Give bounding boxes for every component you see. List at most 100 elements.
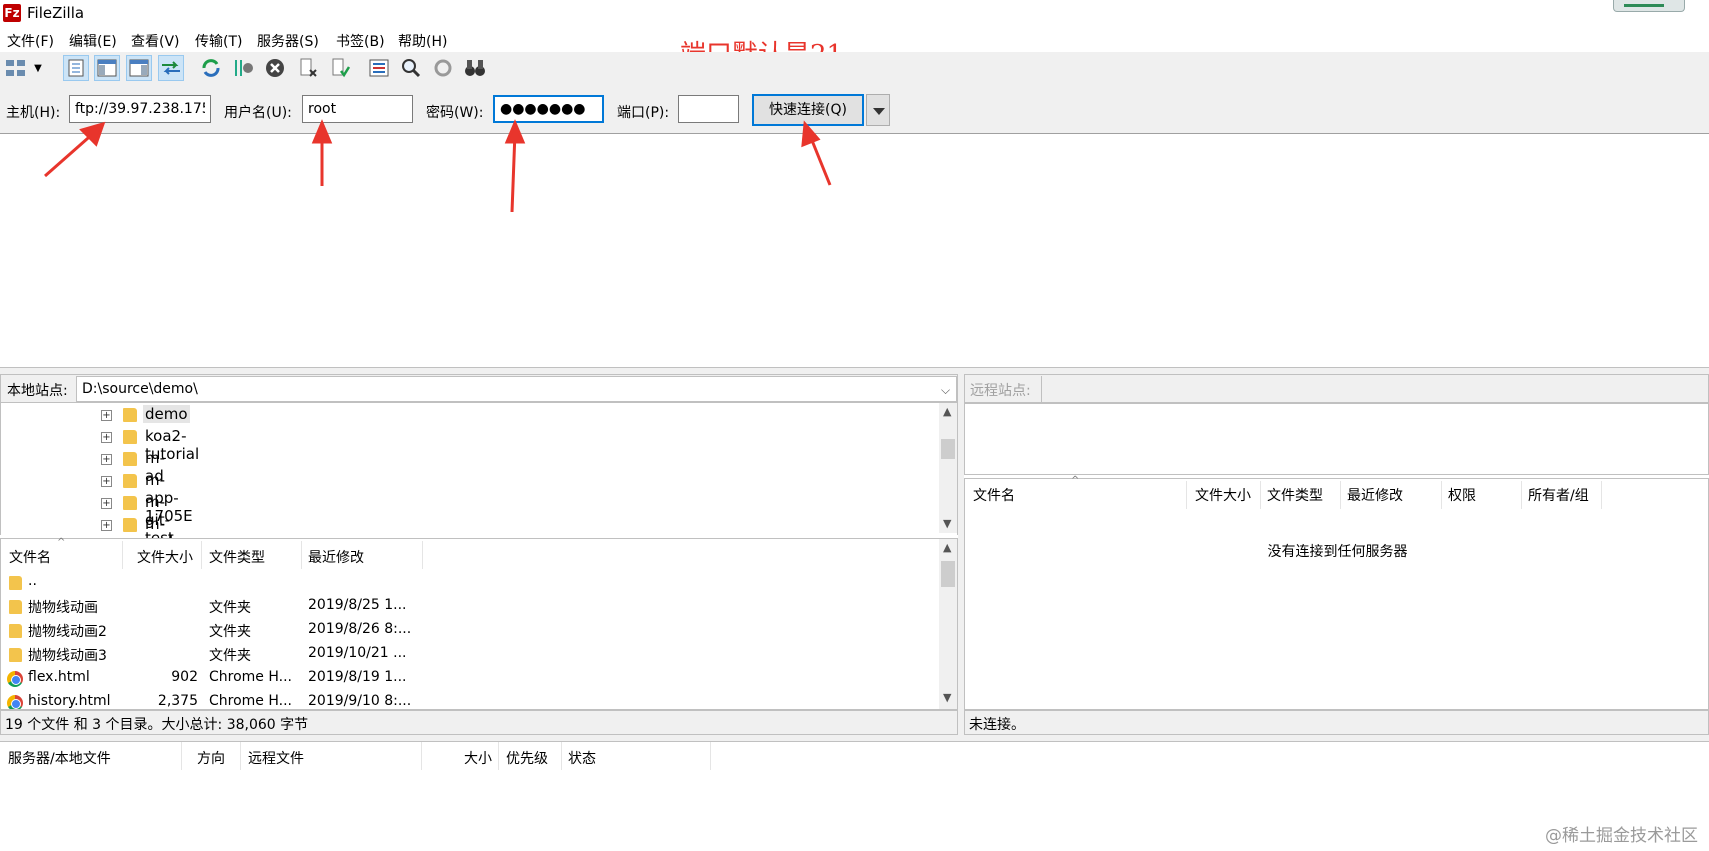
column-header-modified[interactable]: 最近修改	[1347, 485, 1403, 505]
reconnect-icon[interactable]	[327, 55, 353, 81]
binoculars-icon[interactable]	[462, 55, 488, 81]
menu-transfer[interactable]: 传输(T)	[195, 31, 242, 51]
column-header-owner-group[interactable]: 所有者/组	[1528, 485, 1589, 505]
file-list-scrollbar[interactable]: ▲ ▼	[939, 539, 957, 709]
expand-icon[interactable]: +	[101, 454, 112, 465]
toggle-local-tree-icon[interactable]	[94, 55, 120, 81]
menu-file[interactable]: 文件(F)	[7, 31, 54, 51]
column-divider[interactable]	[421, 742, 422, 770]
quickconnect-dropdown-button[interactable]	[866, 94, 890, 126]
column-divider[interactable]	[561, 742, 562, 770]
username-input[interactable]	[302, 95, 413, 123]
password-input[interactable]	[493, 95, 604, 123]
chrome-html-icon	[7, 695, 23, 709]
scrollbar-thumb[interactable]	[941, 439, 955, 459]
folder-icon	[123, 408, 137, 422]
column-header-filename[interactable]: 文件名	[9, 547, 51, 567]
folder-icon	[9, 648, 22, 662]
column-header-permissions[interactable]: 权限	[1448, 485, 1476, 505]
file-name: 抛物线动画	[28, 600, 98, 616]
table-row[interactable]: flex.html 902 Chrome H... 2019/8/19 1...	[1, 667, 941, 691]
menu-edit[interactable]: 编辑(E)	[69, 31, 117, 51]
host-input[interactable]	[69, 95, 211, 123]
column-header-priority[interactable]: 优先级	[506, 748, 548, 768]
column-divider[interactable]	[201, 541, 202, 569]
column-divider[interactable]	[1601, 481, 1602, 509]
menu-server[interactable]: 服务器(S)	[257, 31, 319, 51]
watermark: @稀土掘金技术社区	[1545, 826, 1698, 846]
toggle-remote-tree-icon[interactable]	[126, 55, 152, 81]
port-input[interactable]	[678, 95, 739, 123]
column-header-size[interactable]: 大小	[464, 748, 492, 768]
tree-scrollbar[interactable]: ▲ ▼	[939, 403, 957, 533]
column-header-filename[interactable]: 文件名	[973, 485, 1015, 505]
site-manager-dropdown-icon[interactable]: ▼	[30, 55, 46, 81]
column-header-filesize[interactable]: 文件大小	[137, 547, 193, 567]
chevron-down-icon[interactable]: ▼	[943, 517, 951, 530]
menu-help[interactable]: 帮助(H)	[398, 31, 447, 51]
synchronized-browsing-icon[interactable]	[430, 55, 456, 81]
toggle-transfer-queue-icon[interactable]	[158, 55, 184, 81]
file-size: 902	[171, 669, 198, 685]
column-header-modified[interactable]: 最近修改	[308, 547, 364, 567]
remote-path-combobox[interactable]	[1041, 376, 1708, 402]
column-divider[interactable]	[1340, 481, 1341, 509]
table-row[interactable]: 抛物线动画3 文件夹 2019/10/21 ...	[1, 643, 941, 667]
local-path-combobox[interactable]: D:\source\demo\	[76, 376, 957, 402]
expand-icon[interactable]: +	[101, 520, 112, 531]
quickconnect-button[interactable]: 快速连接(Q)	[752, 94, 864, 126]
expand-icon[interactable]: +	[101, 476, 112, 487]
table-row[interactable]: 抛物线动画 文件夹 2019/8/25 1...	[1, 595, 941, 619]
sort-ascending-icon: ^	[57, 537, 66, 548]
message-log[interactable]	[0, 135, 1709, 368]
column-header-filetype[interactable]: 文件类型	[1267, 485, 1323, 505]
chevron-up-icon[interactable]: ▲	[943, 405, 951, 418]
chevron-down-icon[interactable]: ▼	[943, 691, 951, 704]
expand-icon[interactable]: +	[101, 432, 112, 443]
column-header-status[interactable]: 状态	[568, 748, 596, 768]
folder-icon	[9, 624, 22, 638]
column-divider[interactable]	[122, 541, 123, 569]
local-file-list: 文件名 ^ 文件大小 文件类型 最近修改 .. 抛物线动画 文件夹 2019/8…	[0, 537, 958, 710]
column-divider[interactable]	[1186, 481, 1187, 509]
toggle-message-log-icon[interactable]	[63, 55, 89, 81]
column-divider[interactable]	[422, 541, 423, 569]
column-header-remote-file[interactable]: 远程文件	[248, 748, 304, 768]
table-row[interactable]: history.html 2,375 Chrome H... 2019/9/10…	[1, 691, 941, 709]
file-modified: 2019/9/10 8:...	[308, 693, 412, 709]
column-header-filetype[interactable]: 文件类型	[209, 547, 265, 567]
cancel-operation-icon[interactable]	[262, 55, 288, 81]
disconnect-icon[interactable]	[295, 55, 321, 81]
chevron-up-icon[interactable]: ▲	[943, 541, 951, 554]
chevron-down-icon[interactable]: ⌵	[941, 383, 950, 398]
expand-icon[interactable]: +	[101, 498, 112, 509]
file-size: 2,375	[157, 693, 198, 709]
menu-view[interactable]: 查看(V)	[131, 31, 180, 51]
menu-bookmarks[interactable]: 书签(B)	[336, 31, 385, 51]
column-header-direction[interactable]: 方向	[197, 748, 225, 768]
folder-icon	[9, 576, 22, 590]
column-divider[interactable]	[1441, 481, 1442, 509]
table-row[interactable]: 抛物线动画2 文件夹 2019/8/26 8:...	[1, 619, 941, 643]
column-divider[interactable]	[240, 742, 241, 770]
expand-icon[interactable]: +	[101, 410, 112, 421]
column-header-server-local-file[interactable]: 服务器/本地文件	[8, 748, 111, 768]
column-divider[interactable]	[498, 742, 499, 770]
column-divider[interactable]	[710, 742, 711, 770]
column-divider[interactable]	[1521, 481, 1522, 509]
directory-listing-filters-icon[interactable]	[366, 55, 392, 81]
column-header-filesize[interactable]: 文件大小	[1195, 485, 1251, 505]
remote-empty-message: 没有连接到任何服务器	[1267, 544, 1408, 560]
site-manager-icon[interactable]	[4, 55, 28, 81]
table-row[interactable]: ..	[1, 571, 941, 595]
folder-icon	[123, 430, 137, 444]
column-divider[interactable]	[301, 541, 302, 569]
host-label: 主机(H):	[6, 105, 61, 121]
column-divider[interactable]	[1260, 481, 1261, 509]
process-queue-icon[interactable]	[230, 55, 256, 81]
refresh-icon[interactable]	[198, 55, 224, 81]
file-name: 抛物线动画2	[28, 624, 107, 640]
column-divider[interactable]	[181, 742, 182, 770]
scrollbar-thumb[interactable]	[941, 561, 955, 587]
search-icon[interactable]	[398, 55, 424, 81]
